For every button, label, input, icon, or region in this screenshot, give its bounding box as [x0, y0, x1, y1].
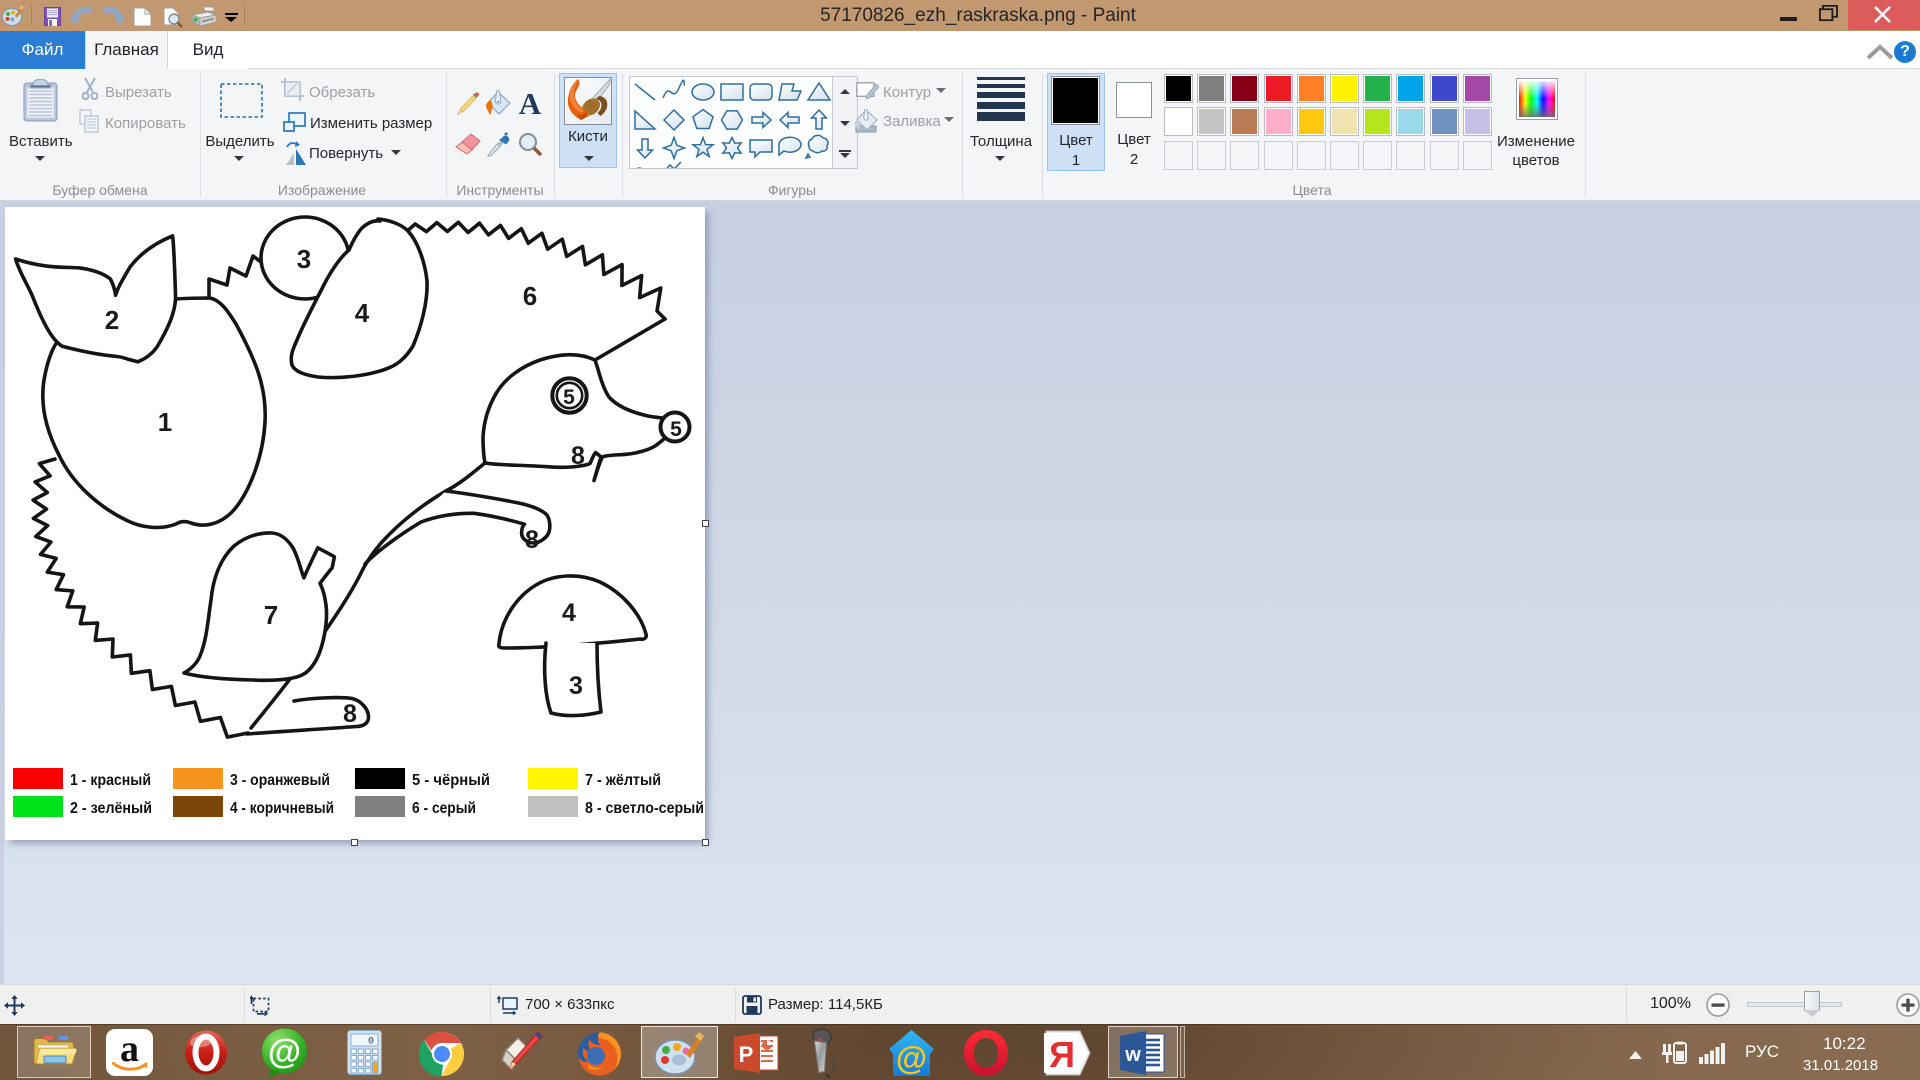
svg-text:2 - зелёный: 2 - зелёный	[70, 800, 152, 817]
svg-text:1: 1	[158, 407, 172, 437]
svg-text:3 - оранжевый: 3 - оранжевый	[230, 772, 330, 789]
svg-text:3: 3	[297, 244, 311, 274]
svg-text:8 - светло-серый: 8 - светло-серый	[585, 800, 704, 817]
svg-text:0: 0	[368, 1037, 374, 1048]
svg-text:7 - жёлтый: 7 - жёлтый	[585, 772, 661, 789]
svg-text:1 - красный: 1 - красный	[70, 772, 151, 789]
svg-text:8: 8	[343, 700, 357, 728]
svg-text:4 - коричневый: 4 - коричневый	[230, 800, 334, 817]
svg-text:5 - чёрный: 5 - чёрный	[412, 772, 490, 789]
svg-text:6: 6	[523, 281, 537, 311]
svg-text:7: 7	[264, 600, 278, 630]
svg-text:6 - серый: 6 - серый	[412, 800, 476, 817]
svg-text:5: 5	[563, 386, 575, 409]
svg-text:w: w	[1124, 1044, 1141, 1066]
svg-text:Я: Я	[1049, 1034, 1075, 1075]
svg-text:P: P	[739, 1042, 754, 1067]
svg-text:2: 2	[105, 305, 119, 335]
svg-text:4: 4	[355, 298, 370, 328]
svg-text:8: 8	[525, 526, 539, 554]
svg-text:5: 5	[670, 418, 682, 441]
svg-text:3: 3	[569, 672, 583, 700]
svg-text:8: 8	[571, 442, 585, 470]
svg-text:4: 4	[562, 599, 576, 627]
svg-text:@: @	[896, 1040, 927, 1076]
svg-text:@: @	[268, 1033, 301, 1071]
